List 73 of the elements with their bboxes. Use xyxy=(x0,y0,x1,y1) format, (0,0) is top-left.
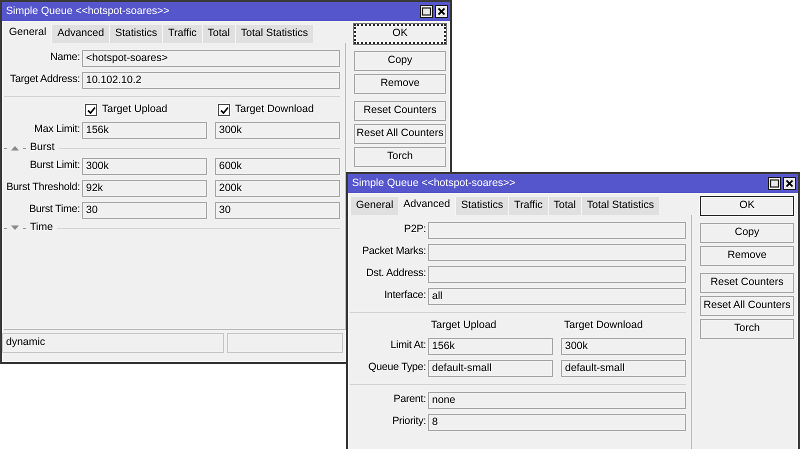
dialog-button[interactable]: Reset Counters xyxy=(354,101,446,121)
dialog-button[interactable]: OK xyxy=(354,24,446,44)
status-bar-cell: dynamic xyxy=(2,333,224,353)
text-field[interactable]: default-small xyxy=(561,360,686,376)
field-label: Name: xyxy=(50,50,80,66)
close-icon[interactable] xyxy=(783,177,796,190)
field-label: Interface: xyxy=(384,288,426,304)
tab[interactable]: Total xyxy=(202,25,235,43)
group-label: Burst xyxy=(30,140,55,156)
tab[interactable]: Statistics xyxy=(109,25,162,43)
text-field[interactable]: 200k xyxy=(215,180,340,196)
window-title: Simple Queue <<hotspot-soares>> xyxy=(352,176,516,191)
collapse-arrow-icon[interactable] xyxy=(11,145,19,151)
window-title: Simple Queue <<hotspot-soares>> xyxy=(6,4,170,19)
dialog-button[interactable]: Remove xyxy=(700,246,794,266)
field-label: Packet Marks: xyxy=(362,244,426,260)
tab[interactable]: General xyxy=(350,197,398,215)
text-field[interactable]: <hotspot-soares> xyxy=(82,50,340,66)
tab[interactable]: Total Statistics xyxy=(234,25,313,43)
field-label: Max Limit: xyxy=(34,122,80,138)
tab[interactable]: Statistics xyxy=(455,197,508,215)
maximize-icon[interactable] xyxy=(420,5,433,18)
dialog-button[interactable]: OK xyxy=(700,196,794,216)
group-label: Time xyxy=(30,220,53,236)
tab[interactable]: Traffic xyxy=(162,25,202,43)
text-field[interactable]: 600k xyxy=(215,158,340,174)
text-field[interactable]: 156k xyxy=(428,338,553,354)
text-field[interactable]: 156k xyxy=(82,122,207,138)
field-label: Queue Type: xyxy=(368,360,426,376)
field-label: Burst Time: xyxy=(29,202,80,218)
text-field[interactable]: none xyxy=(428,392,686,408)
text-field[interactable]: default-small xyxy=(428,360,553,376)
close-icon[interactable] xyxy=(435,5,448,18)
field-label: Burst Limit: xyxy=(30,158,80,174)
text-field[interactable]: 300k xyxy=(561,338,686,354)
field-label: P2P: xyxy=(404,222,426,238)
text-field[interactable]: 30 xyxy=(82,202,207,218)
checkbox-label: Target Download xyxy=(235,102,314,118)
tab[interactable]: Total xyxy=(548,197,581,215)
text-field[interactable] xyxy=(428,222,686,238)
checkbox-label: Target Upload xyxy=(102,102,168,118)
text-field[interactable]: 300k xyxy=(215,122,340,138)
text-field[interactable] xyxy=(428,244,686,260)
column-header: Target Upload xyxy=(431,319,496,332)
field-label: Target Address: xyxy=(10,72,80,88)
maximize-icon[interactable] xyxy=(768,177,781,190)
field-label: Priority: xyxy=(392,414,426,430)
dialog-button[interactable]: Torch xyxy=(354,147,446,167)
tab[interactable]: Advanced xyxy=(51,25,110,43)
dialog-button[interactable]: Copy xyxy=(700,223,794,243)
field-label: Dst. Address: xyxy=(366,266,426,282)
text-field[interactable]: 8 xyxy=(428,414,686,430)
text-field[interactable] xyxy=(428,266,686,282)
text-field[interactable]: 300k xyxy=(82,158,207,174)
field-label: Burst Threshold: xyxy=(6,180,80,196)
text-field[interactable]: 92k xyxy=(82,180,207,196)
dialog-button[interactable]: Torch xyxy=(700,319,794,339)
dialog-button[interactable]: Copy xyxy=(354,51,446,71)
text-field[interactable]: all xyxy=(428,288,686,304)
dialog-button[interactable]: Reset All Counters xyxy=(354,124,446,144)
dialog-button[interactable]: Reset All Counters xyxy=(700,296,794,316)
dialog-button[interactable]: Reset Counters xyxy=(700,273,794,293)
column-header: Target Download xyxy=(564,319,643,332)
field-label: Limit At: xyxy=(390,338,426,354)
checkbox[interactable] xyxy=(218,104,230,116)
expand-arrow-icon[interactable] xyxy=(11,225,19,231)
checkbox[interactable] xyxy=(85,104,97,116)
tab[interactable]: Traffic xyxy=(508,197,548,215)
tab[interactable]: Total Statistics xyxy=(580,197,659,215)
text-field[interactable]: 30 xyxy=(215,202,340,218)
dialog-button[interactable]: Remove xyxy=(354,74,446,94)
field-label: Parent: xyxy=(394,392,426,408)
text-field[interactable]: 10.102.10.2 xyxy=(82,72,340,88)
